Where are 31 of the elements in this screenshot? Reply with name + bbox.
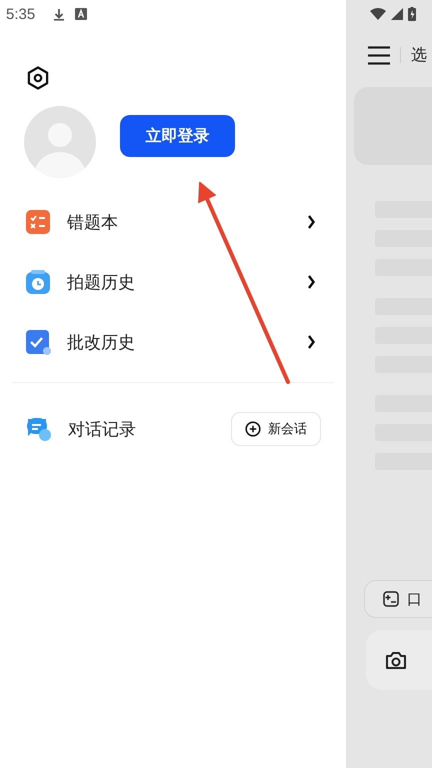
camera-button[interactable] (366, 630, 432, 690)
menu-item[interactable]: 错题本 (0, 192, 346, 252)
chevron-icon (307, 214, 316, 230)
download-icon (53, 8, 66, 20)
menu-label: 批改历史 (67, 332, 136, 354)
new-chat-button[interactable]: 新会话 (231, 412, 321, 446)
quick-button[interactable]: 口 (364, 580, 432, 618)
menu-item[interactable]: 批改历史 (0, 312, 346, 372)
chat-history-label[interactable]: 对话记录 (68, 418, 231, 440)
avatar (24, 106, 96, 178)
font-icon (75, 8, 88, 20)
wifi-icon (370, 8, 386, 20)
camera-icon (384, 649, 408, 671)
chevron-icon (307, 274, 316, 290)
menu-label: 错题本 (67, 212, 119, 234)
signal-icon (391, 8, 403, 20)
settings-icon[interactable] (26, 66, 50, 90)
menu-label: 拍题历史 (67, 272, 136, 294)
battery-icon (408, 7, 416, 21)
clock-icon (25, 269, 51, 295)
page-title: 选 (411, 44, 427, 66)
checkmark-icon (25, 329, 51, 355)
calculator-icon (383, 591, 399, 607)
chat-bubbles-icon (25, 416, 52, 442)
status-time: 5:35 (6, 6, 36, 22)
login-button[interactable]: 立即登录 (120, 115, 235, 157)
menu-item[interactable]: 拍题历史 (0, 252, 346, 312)
plus-icon (245, 421, 261, 437)
checklist-icon (25, 209, 51, 235)
chevron-icon (307, 334, 316, 350)
menu-icon[interactable] (368, 46, 390, 64)
